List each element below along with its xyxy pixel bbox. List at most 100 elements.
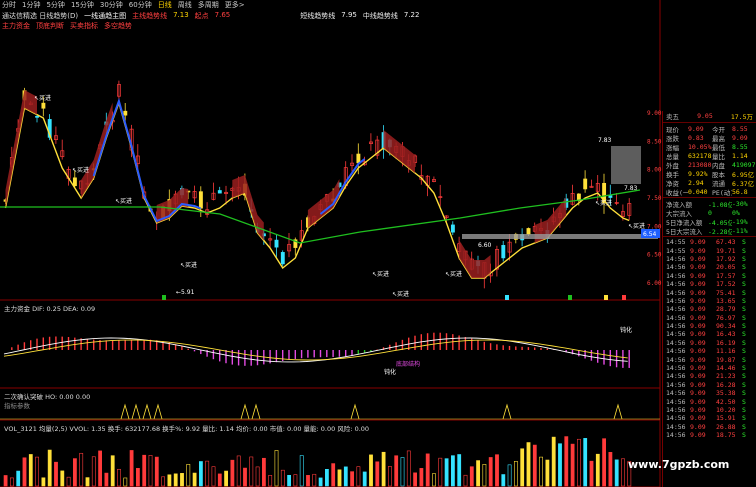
volume-bar [287,474,292,487]
tick-row: 14:56 9.09 42.50 S [663,397,756,406]
volume-bar [350,471,355,487]
tick-price: 9.09 [690,271,706,280]
tick-time: 14:56 [666,355,686,364]
tick-price: 9.09 [690,380,706,389]
trend-band-red [307,179,340,228]
indicator-flag: 主线趋势线 [132,12,168,20]
tick-volume: 20.05 [716,263,736,272]
tick-time: 14:56 [666,414,686,423]
tick-price: 9.09 [690,288,706,297]
trend-band-red [232,175,264,241]
tag-3[interactable]: 多空趋势 [104,21,132,31]
volume-bar [10,477,14,487]
tick-price: 9.09 [690,397,706,406]
ask5-label: 卖五 [666,113,679,121]
trend-line-yellow [4,100,630,279]
tick-direction: S [742,280,746,289]
volume-bar [73,458,77,487]
volume-bar [224,470,229,487]
price-tag: 6.54 [643,231,657,238]
volume-bar [54,461,58,487]
tick-time: 14:56 [666,397,686,406]
tick-time: 14:56 [666,364,686,373]
volume-bar [482,464,487,487]
volume-bar [413,472,418,487]
indicator-name[interactable]: 一线通趋主图 [84,11,126,21]
tick-volume: 28.79 [716,305,736,314]
quote-label: PE(动) [712,188,732,197]
tick-price: 9.09 [690,431,706,440]
volume-bar [381,451,386,487]
volume-bar [551,436,556,487]
quote-label: 收益(一) [666,188,688,197]
period-tab-0[interactable]: 分时 [2,0,16,10]
tick-row: 14:56 9.09 17.57 S [663,272,756,280]
tick-direction: S [742,347,746,356]
volume-bar [22,457,27,487]
trend-band-red [81,102,113,198]
period-tab-2[interactable]: 5分钟 [46,0,64,10]
volume-bar [488,457,493,487]
tick-volume: 26.88 [716,422,736,431]
tick-time: 14:56 [666,305,686,314]
tick-volume: 35.38 [716,389,736,398]
signal-spike [613,403,623,420]
tick-row: 14:55 9.09 67.43 S [663,238,756,246]
period-tab-more[interactable]: 更多> [225,0,245,10]
signal-spike [240,403,250,420]
period-tab-5[interactable]: 60分钟 [129,0,152,10]
tick-direction: S [742,355,746,364]
buy-signal-label: ↖买进 [595,199,612,207]
fund-flow-row: 5日大宗流入 -2.28亿 -11% [663,226,756,236]
tag-1[interactable]: 顶底判断 [36,21,64,31]
indicator-v1: 7.13 [173,11,189,19]
quote-value: 0.040 [688,187,708,196]
price-axis-label: 6.50 [647,252,662,259]
kline-chart-canvas[interactable]: 9.008.508.007.507.006.506.00 6.547.837.8… [0,0,756,487]
tick-list[interactable]: 14:55 9.09 67.43 S 14:55 9.09 19.71 S 14:56 9.09 1… [663,238,756,439]
signal-pane-sub: 指标参数 [4,402,30,410]
volume-bar [595,453,600,487]
tick-row: 14:56 9.09 16.28 S [663,381,756,389]
volume-bar [211,466,216,487]
tag-2[interactable]: 买卖指标 [70,21,98,31]
tick-price: 9.09 [690,263,706,272]
period-tab-multi[interactable]: 多周期 [198,0,219,10]
ask5-row: 卖五 9.05 17.5万 [663,111,756,121]
tick-row: 14:56 9.09 75.41 S [663,288,756,297]
tick-time: 14:55 [666,238,686,247]
tick-volume: 90.34 [716,322,736,331]
volume-bar [306,475,310,487]
volume-bar [564,436,569,487]
volume-bar [507,464,512,487]
tick-time: 14:56 [666,372,686,381]
tick-direction: S [742,263,746,272]
support-bar [462,234,658,239]
period-tab-daily[interactable]: 日线 [158,0,172,10]
period-tab-1[interactable]: 1分钟 [22,0,40,10]
quote-value: 56.8 [732,187,748,196]
volume-bar [47,449,52,487]
volume-bar [142,454,147,487]
tick-direction: S [742,422,746,431]
tick-row: 14:56 9.09 90.34 S [663,322,756,330]
tick-time: 14:56 [666,254,686,263]
volume-bar [60,470,65,487]
tick-direction: S [742,271,746,280]
tick-direction: S [742,238,746,247]
quote-value: 632178 [688,151,712,160]
period-tab-4[interactable]: 30分钟 [100,0,123,10]
period-tab-3[interactable]: 15分钟 [71,0,94,10]
price-axis-label: 8.00 [647,167,662,174]
mark-label: 7.83 [624,185,638,192]
volume-bar [230,459,235,487]
tick-volume: 11.16 [716,347,736,356]
tick-price: 9.09 [690,238,706,247]
volume-bar [621,458,625,487]
volume-bar [299,455,304,487]
period-tab-weekly[interactable]: 周线 [178,0,192,10]
quote-value: 9.09 [732,133,748,142]
tick-row: 14:56 9.09 17.92 S [663,255,756,263]
tag-0[interactable]: 主力资金 [2,21,30,31]
